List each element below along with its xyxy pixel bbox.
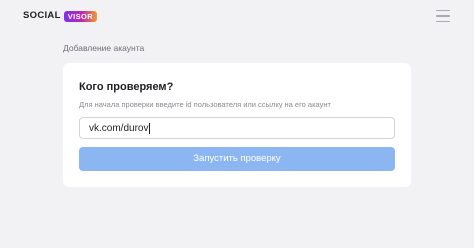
logo[interactable]: SOCIAL VISOR bbox=[23, 10, 98, 22]
text-caret bbox=[149, 122, 151, 134]
header: SOCIAL VISOR bbox=[0, 0, 474, 32]
account-input[interactable]: vk.com/durov bbox=[79, 117, 395, 139]
page: SOCIAL VISOR Добавление акаунта Кого про… bbox=[0, 0, 474, 248]
logo-badge: VISOR bbox=[63, 10, 98, 22]
hamburger-menu-icon[interactable] bbox=[436, 10, 450, 22]
card-title: Кого проверяем? bbox=[79, 81, 174, 93]
logo-text: SOCIAL bbox=[23, 10, 61, 21]
account-check-card: Кого проверяем? Для начала проверки введ… bbox=[63, 63, 411, 187]
menu-line bbox=[436, 15, 450, 17]
page-title: Добавление акаунта bbox=[63, 43, 145, 53]
card-hint: Для начала проверки введите id пользоват… bbox=[79, 100, 331, 109]
account-input-value: vk.com/durov bbox=[89, 122, 149, 134]
menu-line bbox=[436, 10, 450, 12]
start-check-button[interactable]: Запустить проверку bbox=[79, 147, 395, 171]
menu-line bbox=[436, 20, 450, 22]
